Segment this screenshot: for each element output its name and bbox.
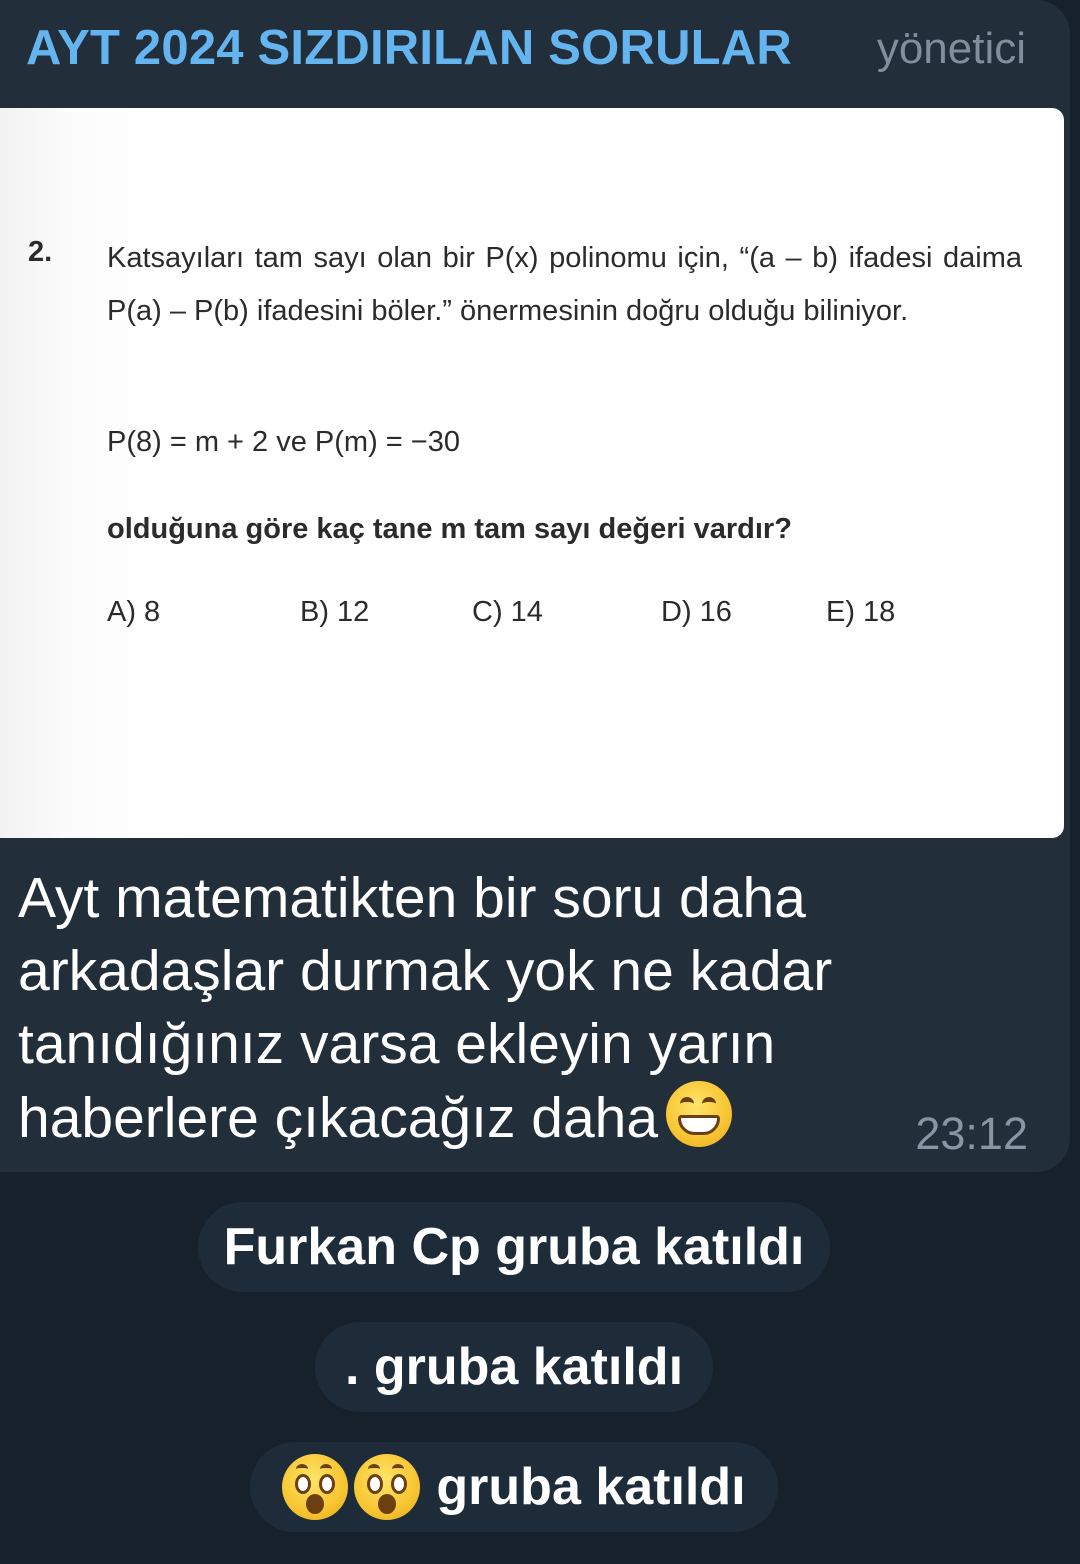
service-message-text: . gruba katıldı [344,1338,684,1396]
grinning-face-icon [666,1081,733,1147]
service-message-text: gruba katıldı [436,1458,746,1516]
service-message-join[interactable]: . gruba katıldı [315,1322,713,1412]
answer-option-a: A) 8 [107,596,161,628]
question-number: 2. [28,236,53,268]
question-prompt: olduğuna göre kaç tane m tam sayı değeri… [107,513,792,545]
answer-option-b: B) 12 [300,596,370,628]
service-message-text: Furkan Cp gruba katıldı [223,1218,805,1276]
answer-option-e: E) 18 [826,596,896,628]
question-equation: P(8) = m + 2 ve P(m) = −30 [107,426,460,458]
service-message-join[interactable]: Furkan Cp gruba katıldı [198,1202,830,1292]
message-header: AYT 2024 SIZDIRILAN SORULAR yönetici [0,0,1070,108]
hushed-face-icon [354,1454,421,1520]
sender-name[interactable]: AYT 2024 SIZDIRILAN SORULAR [26,20,792,76]
message-caption: Ayt matematikten bir soru daha arkadaşla… [18,862,918,1155]
answer-option-c: C) 14 [472,596,543,628]
question-text: Katsayıları tam sayı olan bir P(x) polin… [107,242,1022,327]
admin-badge: yönetici [876,24,1026,73]
hushed-face-icon [282,1454,349,1520]
message-time: 23:12 [915,1108,1028,1159]
service-message-join[interactable]: gruba katıldı [250,1442,778,1532]
question-photo[interactable]: 2. Katsayıları tam sayı olan bir P(x) po… [0,108,1064,838]
answer-option-d: D) 16 [661,596,732,628]
message-bubble[interactable]: AYT 2024 SIZDIRILAN SORULAR yönetici 2. … [0,0,1070,1172]
